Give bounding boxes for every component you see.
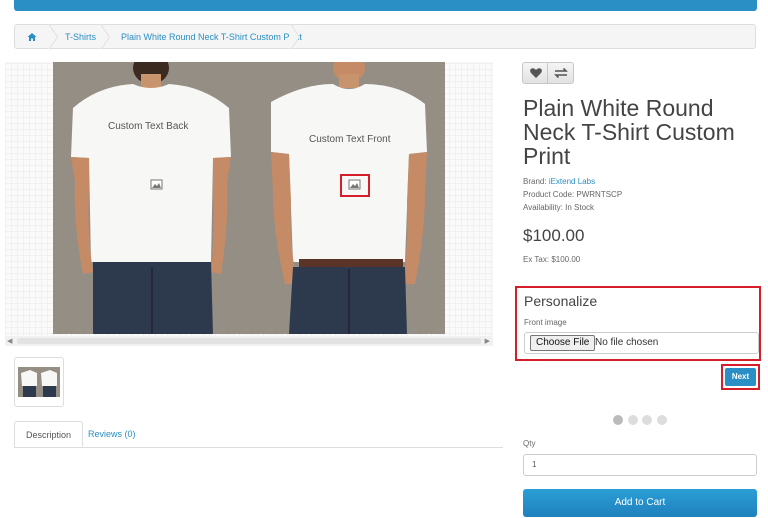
availability-label: Availability: <box>523 203 563 212</box>
ex-tax-label: Ex Tax: <box>523 255 550 264</box>
breadcrumb-tshirts[interactable]: T-Shirts <box>65 25 96 49</box>
compare-button[interactable] <box>548 62 574 84</box>
scroll-left-arrow-icon[interactable]: ◀ <box>7 337 12 345</box>
no-file-chosen-text: No file chosen <box>595 337 659 348</box>
code-label: Product Code: <box>523 190 575 199</box>
scrollbar-thumb[interactable] <box>17 338 481 344</box>
next-button[interactable]: Next <box>725 368 756 386</box>
home-icon <box>27 33 37 41</box>
brand-link[interactable]: iExtend Labs <box>549 177 595 186</box>
personalize-panel: Personalize Front image Choose File No f… <box>515 286 761 361</box>
brand-label: Brand: <box>523 177 547 186</box>
ex-tax-value: $100.00 <box>551 255 581 264</box>
product-photo[interactable]: Custom Text Back Custom Text Front <box>53 62 445 334</box>
product-code: Product Code: PWRNTSCP <box>523 190 622 199</box>
gallery-scrollbar[interactable]: ◀ ▶ <box>5 336 493 346</box>
product-price: $100.00 <box>523 226 585 245</box>
add-to-cart-button[interactable]: Add to Cart <box>523 489 757 517</box>
qty-label: Qty <box>523 439 536 448</box>
front-image-file-input[interactable]: Choose File No file chosen <box>524 332 759 354</box>
next-button-highlight: Next <box>721 364 760 390</box>
breadcrumb-product[interactable]: Plain White Round Neck T-Shirt Custom Pr… <box>121 25 302 49</box>
tshirt-models-image <box>53 62 445 334</box>
tab-description[interactable]: Description <box>14 421 84 447</box>
product-thumbnail[interactable] <box>14 357 64 407</box>
step-dot-2[interactable] <box>628 415 638 425</box>
product-image-gallery[interactable]: Custom Text Back Custom Text Front ◀ ▶ <box>5 62 493 346</box>
product-tabs: Description Reviews (0) <box>14 421 503 448</box>
product-availability: Availability: In Stock <box>523 203 594 212</box>
custom-text-front: Custom Text Front <box>309 134 391 145</box>
front-image-label: Front image <box>524 318 567 327</box>
product-title: Plain White Round Neck T-Shirt Custom Pr… <box>523 95 735 169</box>
wishlist-button[interactable] <box>522 62 548 84</box>
product-brand: Brand: iExtend Labs <box>523 177 595 186</box>
top-nav-bar <box>14 0 757 11</box>
step-dot-3[interactable] <box>642 415 652 425</box>
product-action-buttons <box>522 62 575 84</box>
breadcrumb-home[interactable] <box>27 25 37 49</box>
thumbnail-image <box>18 367 60 397</box>
breadcrumb: T-Shirts Plain White Round Neck T-Shirt … <box>14 24 756 50</box>
step-dot-4[interactable] <box>657 415 667 425</box>
availability-value: In Stock <box>565 203 595 212</box>
qty-input[interactable]: 1 <box>523 454 757 476</box>
heart-icon <box>530 68 542 78</box>
step-dot-1[interactable] <box>613 415 623 425</box>
scroll-right-arrow-icon[interactable]: ▶ <box>485 337 490 345</box>
code-value: PWRNTSCP <box>576 190 623 199</box>
ex-tax: Ex Tax: $100.00 <box>523 255 580 264</box>
custom-text-back: Custom Text Back <box>108 121 189 132</box>
tab-reviews[interactable]: Reviews (0) <box>77 421 147 447</box>
exchange-icon <box>554 67 568 79</box>
personalize-title: Personalize <box>524 293 598 309</box>
choose-file-button[interactable]: Choose File <box>530 335 596 351</box>
